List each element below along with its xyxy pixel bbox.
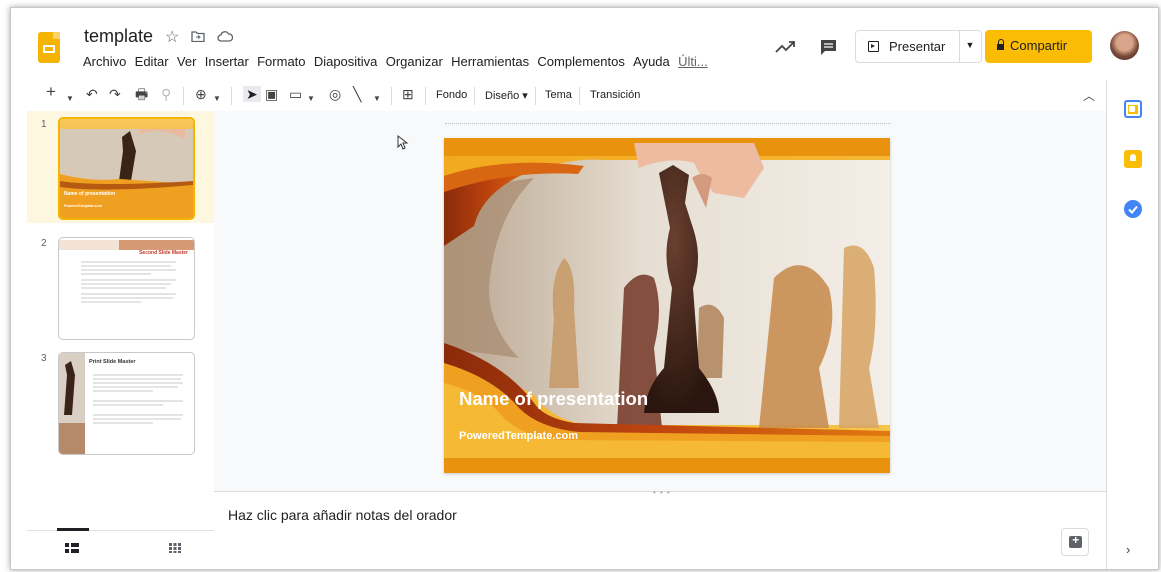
add-comment-icon	[1069, 533, 1082, 548]
line-dropdown-icon[interactable]: ▼	[373, 91, 381, 107]
share-button[interactable]: Compartir	[985, 30, 1092, 63]
layout-button[interactable]: Diseño ▾	[485, 89, 528, 102]
slide-number: 2	[41, 238, 47, 249]
filmstrip-view-switcher	[27, 528, 220, 569]
slide-title[interactable]: Name of presentation	[459, 388, 648, 410]
theme-button[interactable]: Tema	[545, 89, 572, 101]
slide-3-title: Print Slide Master	[89, 359, 136, 365]
app-window: template ☆ Archivo Editar Ver Insertar Forma…	[10, 7, 1159, 570]
slide-3-preview	[59, 353, 183, 454]
main-slide[interactable]: Name of presentation PoweredTemplate.com	[444, 138, 890, 473]
text-box-icon[interactable]: ▣	[265, 86, 278, 102]
divider	[425, 87, 426, 105]
lock-icon	[997, 39, 1004, 50]
menu-herramientas[interactable]: Herramientas	[451, 54, 529, 69]
comment-add-icon[interactable]: ⊞	[402, 86, 414, 102]
move-folder-icon[interactable]	[191, 29, 205, 45]
speaker-notes-panel[interactable]: • • • Haz clic para añadir notas del ora…	[214, 488, 1106, 569]
slide-thumbnail-1[interactable]: Name of presentation PoweredTemplate.com	[58, 117, 195, 220]
toolbar: + ▼ ↶ ↷ 🖶 ⚲ ⊕ ▼ ➤ ▣ ▭ ▼ ◎ ╲ ▼ ⊞ Fondo Di…	[11, 80, 1106, 110]
divider	[474, 87, 475, 105]
document-title[interactable]: template	[84, 26, 153, 47]
slide-number: 1	[41, 119, 47, 130]
slide-thumbnail-2[interactable]: Second Slide Master	[58, 237, 195, 340]
menu-insertar[interactable]: Insertar	[205, 54, 249, 69]
menu-diapositiva[interactable]: Diapositiva	[314, 54, 378, 69]
calendar-icon[interactable]	[1124, 100, 1142, 118]
divider	[579, 87, 580, 105]
share-label: Compartir	[1010, 38, 1068, 53]
tasks-icon[interactable]	[1124, 200, 1142, 218]
slide-2-title: Second Slide Master	[139, 250, 188, 256]
divider	[183, 87, 184, 105]
zoom-dropdown-icon[interactable]: ▼	[213, 91, 221, 107]
new-slide-icon[interactable]: +	[46, 83, 56, 100]
speaker-notes-placeholder[interactable]: Haz clic para añadir notas del orador	[228, 507, 457, 523]
background-button[interactable]: Fondo	[436, 89, 467, 101]
menu-archivo[interactable]: Archivo	[83, 54, 126, 69]
horizontal-ruler	[445, 114, 891, 124]
image-icon[interactable]: ▭	[289, 86, 302, 102]
star-icon[interactable]: ☆	[165, 27, 179, 47]
collapse-toolbar-icon[interactable]: ︿	[1083, 88, 1095, 104]
zoom-icon[interactable]: ⊕	[195, 86, 207, 102]
comments-icon[interactable]	[819, 38, 839, 56]
active-view-indicator	[57, 528, 89, 531]
new-slide-dropdown-icon[interactable]: ▼	[66, 91, 74, 107]
redo-icon[interactable]: ↷	[109, 86, 121, 102]
shape-icon[interactable]: ◎	[329, 86, 341, 102]
filmstrip: 1 Name of presentation PoweredTemplate.c…	[27, 111, 220, 536]
last-edit-link[interactable]: Últi...	[678, 54, 708, 69]
slide-1-subtitle: PoweredTemplate.com	[64, 204, 102, 208]
present-icon	[868, 41, 879, 52]
undo-icon[interactable]: ↶	[86, 86, 98, 102]
present-button[interactable]: Presentar ▼	[855, 30, 982, 63]
menu-ayuda[interactable]: Ayuda	[633, 54, 670, 69]
transition-button[interactable]: Transición	[590, 89, 640, 101]
menu-bar: Archivo Editar Ver Insertar Formato Diapositi…	[83, 54, 716, 69]
slide-number: 3	[41, 353, 47, 364]
divider	[391, 87, 392, 105]
filmstrip-view-icon[interactable]	[65, 543, 79, 553]
divider	[535, 87, 536, 105]
expand-side-panel-icon[interactable]: ›	[1126, 542, 1130, 557]
notes-resize-handle[interactable]: • • •	[653, 488, 671, 497]
present-dropdown-icon[interactable]: ▼	[959, 31, 981, 62]
line-icon[interactable]: ╲	[353, 86, 361, 102]
grid-view-icon[interactable]	[169, 543, 181, 553]
menu-complementos[interactable]: Complementos	[537, 54, 624, 69]
slides-logo-icon[interactable]	[38, 32, 60, 63]
slide-thumbnail-3[interactable]: Print Slide Master	[58, 352, 195, 455]
slide-1-title: Name of presentation	[64, 191, 116, 197]
menu-ver[interactable]: Ver	[177, 54, 197, 69]
header: template ☆ Archivo Editar Ver Insertar Forma…	[11, 8, 1158, 80]
activity-trend-icon[interactable]	[774, 38, 798, 56]
avatar[interactable]	[1110, 31, 1139, 60]
keep-icon[interactable]	[1124, 150, 1142, 168]
menu-formato[interactable]: Formato	[257, 54, 305, 69]
divider	[231, 87, 232, 105]
image-dropdown-icon[interactable]: ▼	[307, 91, 315, 107]
menu-organizar[interactable]: Organizar	[386, 54, 443, 69]
present-main-button[interactable]: Presentar	[856, 31, 960, 62]
slide-subtitle[interactable]: PoweredTemplate.com	[459, 430, 578, 442]
side-panel: ›	[1106, 80, 1158, 569]
present-label: Presentar	[889, 39, 946, 54]
paint-format-icon[interactable]: ⚲	[161, 86, 171, 102]
select-cursor-icon[interactable]: ➤	[243, 86, 261, 102]
slide-background-art	[444, 138, 890, 473]
menu-editar[interactable]: Editar	[135, 54, 169, 69]
mouse-pointer-icon	[397, 135, 409, 150]
add-note-button[interactable]	[1061, 528, 1089, 556]
print-icon[interactable]: 🖶	[135, 86, 148, 102]
cloud-status-icon[interactable]	[217, 29, 234, 45]
